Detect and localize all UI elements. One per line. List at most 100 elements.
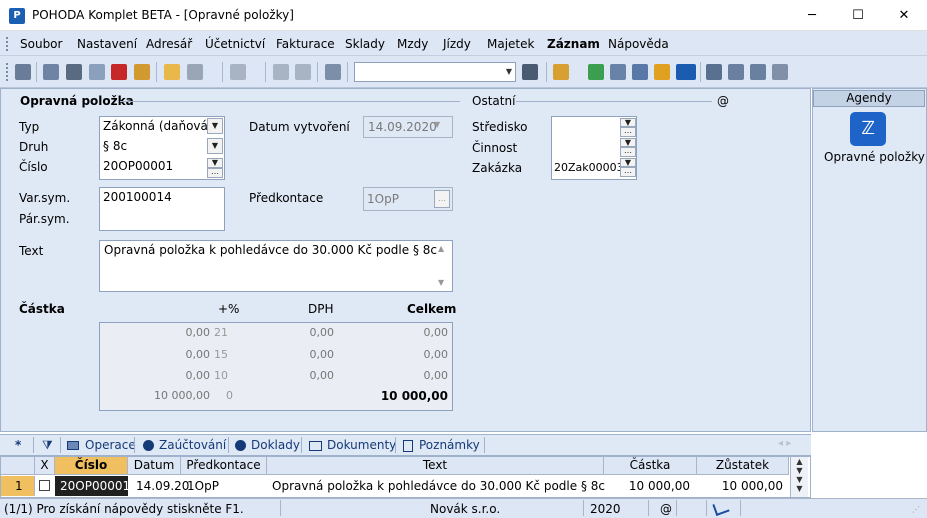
row-cislo[interactable]: 20OP00001 <box>60 479 130 493</box>
scroll-down-icon[interactable]: ▼ <box>438 278 444 287</box>
base-amount[interactable]: 10 000,00 <box>120 389 210 402</box>
help-icon[interactable] <box>772 64 788 80</box>
calculator-icon[interactable] <box>632 64 648 80</box>
filter-icon[interactable] <box>522 64 538 80</box>
duplicate-icon[interactable] <box>325 64 341 80</box>
more-icon[interactable]: … <box>620 147 636 157</box>
scroll-up-icon[interactable]: ▲ <box>438 244 444 253</box>
note-icon <box>403 440 413 452</box>
comment-icon[interactable] <box>706 64 722 80</box>
menu-fakturace[interactable]: Fakturace <box>276 37 335 51</box>
row-predkontace[interactable]: 1OpP <box>187 479 219 493</box>
menu-mzdy[interactable]: Mzdy <box>397 37 428 51</box>
exit-icon[interactable] <box>15 64 31 80</box>
resize-grip-icon[interactable]: ⋰ <box>912 505 920 514</box>
column-header-x[interactable]: X <box>35 457 55 475</box>
at-icon[interactable]: @ <box>717 94 729 108</box>
star-icon[interactable]: * <box>15 438 21 452</box>
tab-scroll-icon[interactable]: ◂ ▸ <box>778 438 791 449</box>
list-icon[interactable] <box>728 64 744 80</box>
menu-ucetnictvi[interactable]: Účetnictví <box>205 37 265 51</box>
predkontace-label: Předkontace <box>249 191 324 205</box>
row-text[interactable]: Opravná položka k pohledávce do 30.000 K… <box>272 479 605 493</box>
zakazka-label: Zakázka <box>472 161 523 175</box>
window-icon[interactable] <box>750 64 766 80</box>
quick-search-combo[interactable] <box>354 62 516 82</box>
menu-sklady[interactable]: Sklady <box>345 37 385 51</box>
row-zustatek[interactable]: 10 000,00 <box>699 479 783 493</box>
typ-field[interactable]: Zákonná (daňová) <box>103 119 213 133</box>
save-icon[interactable] <box>273 64 289 80</box>
chevron-down-icon[interactable]: ▼ <box>503 63 515 81</box>
pdf-icon[interactable] <box>111 64 127 80</box>
tab-zauctovani[interactable]: Zaúčtování <box>159 438 226 452</box>
print-preview-icon[interactable] <box>89 64 105 80</box>
vat-amount[interactable]: 0,00 <box>254 348 335 361</box>
column-header-castka[interactable]: Částka <box>604 457 697 475</box>
opravne-polozky-icon[interactable]: ℤ <box>850 112 886 146</box>
minimize-button[interactable]: ─ <box>789 0 835 31</box>
menu-napoveda[interactable]: Nápověda <box>608 37 669 51</box>
menu-jizdy[interactable]: Jízdy <box>443 37 471 51</box>
menu-adresar[interactable]: Adresář <box>146 37 192 51</box>
coins-icon[interactable] <box>654 64 670 80</box>
edit-record-icon[interactable] <box>187 64 203 80</box>
row-checkbox[interactable] <box>39 480 50 491</box>
base-amount[interactable]: 0,00 <box>130 326 211 339</box>
cancel-edit-icon[interactable] <box>295 64 311 80</box>
new-record-icon[interactable] <box>164 64 180 80</box>
close-button[interactable]: ✕ <box>881 0 927 31</box>
maximize-button[interactable]: ☐ <box>835 0 881 31</box>
more-icon[interactable]: … <box>207 168 223 178</box>
chevron-down-icon[interactable]: ▼ <box>207 138 223 154</box>
more-icon[interactable]: … <box>620 127 636 137</box>
menu-majetek[interactable]: Majetek <box>487 37 534 51</box>
folder-icon[interactable] <box>553 64 569 80</box>
tab-separator <box>60 437 61 453</box>
row-datum[interactable]: 14.09.20 <box>136 479 189 493</box>
table-icon[interactable] <box>610 64 626 80</box>
tab-operace[interactable]: Operace <box>85 438 136 452</box>
vat-amount[interactable]: 0,00 <box>254 326 335 339</box>
vat-amount[interactable]: 0,00 <box>254 369 335 382</box>
pohoda-icon: P <box>9 8 25 24</box>
filter-icon[interactable]: ⧩ <box>42 438 53 453</box>
grand-total: 10 000,00 <box>380 389 448 403</box>
grid-scrollbar[interactable]: ▲ ▼ ▼ ▼ <box>790 457 808 497</box>
row-castka[interactable]: 10 000,00 <box>606 479 690 493</box>
tab-poznamky[interactable]: Poznámky <box>419 438 480 452</box>
iban-icon[interactable] <box>676 64 696 80</box>
cislo-field[interactable]: 20OP00001 <box>103 159 173 173</box>
column-header-zustatek[interactable]: Zůstatek <box>697 457 789 475</box>
group-divider <box>120 101 460 102</box>
menu-soubor[interactable]: Soubor <box>20 37 62 51</box>
more-icon[interactable]: … <box>620 167 636 177</box>
zakazka-field[interactable]: 20Zak00003 <box>554 161 624 174</box>
celkem-header: Celkem <box>407 302 457 316</box>
menu-nastaveni[interactable]: Nastavení <box>77 37 137 51</box>
varsym-field[interactable]: 200100014 <box>103 190 172 204</box>
chevron-down-icon[interactable]: ▼ <box>207 118 223 134</box>
predkontace-value: 1OpP <box>367 192 399 206</box>
column-header-text[interactable]: Text <box>267 457 604 475</box>
base-amount[interactable]: 0,00 <box>130 348 211 361</box>
copy-icon[interactable] <box>43 64 59 80</box>
menu-zaznam[interactable]: Záznam <box>547 37 600 51</box>
folder-icon <box>309 441 322 451</box>
status-at-icon[interactable]: @ <box>660 502 672 516</box>
row-number: 1 <box>15 479 23 493</box>
tab-doklady[interactable]: Doklady <box>251 438 300 452</box>
agenda-opravne-polozky[interactable]: Opravné položky <box>824 150 925 164</box>
druh-field[interactable]: § 8c <box>103 139 127 153</box>
print-icon[interactable] <box>66 64 82 80</box>
total-amount: 0,00 <box>423 369 449 382</box>
export-icon[interactable] <box>134 64 150 80</box>
back-arrow-icon[interactable] <box>230 64 246 80</box>
typ-label: Typ <box>19 120 40 134</box>
column-header-predkontace[interactable]: Předkontace <box>181 457 267 475</box>
base-amount[interactable]: 0,00 <box>130 369 211 382</box>
tab-dokumenty[interactable]: Dokumenty <box>327 438 396 452</box>
column-header-cislo[interactable]: Číslo <box>55 457 128 475</box>
money-icon[interactable] <box>588 64 604 80</box>
column-header-datum[interactable]: Datum <box>128 457 181 475</box>
